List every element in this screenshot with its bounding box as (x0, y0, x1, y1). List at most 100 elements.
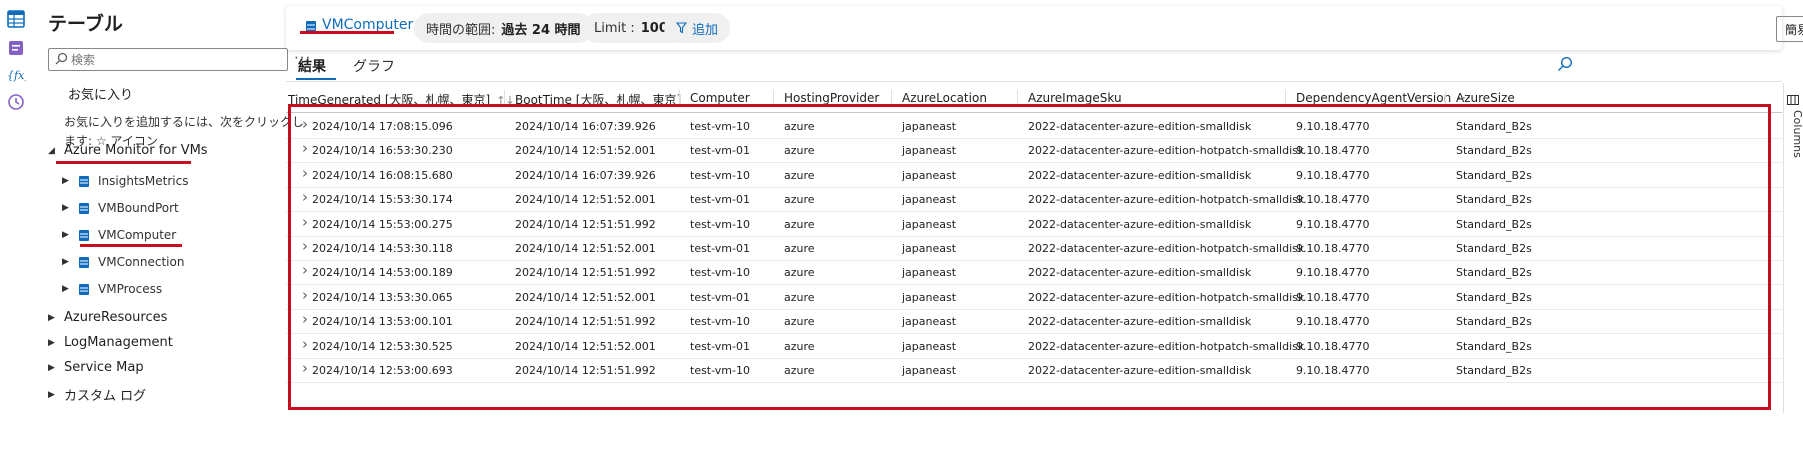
column-separator[interactable] (891, 90, 892, 106)
table-cell: japaneast (902, 120, 957, 133)
table-cell: azure (784, 315, 815, 329)
table-cell: 2024/10/14 16:07:39.926 (515, 120, 656, 133)
table-row[interactable]: › 2024/10/14 13:53:00.101 2024/10/14 12:51… (286, 309, 1782, 335)
add-filter-label: 追加 (692, 22, 719, 38)
time-range-label: 時間の範囲: (426, 22, 496, 38)
column-header[interactable]: AzureLocation (902, 91, 987, 105)
column-separator[interactable] (504, 90, 505, 106)
table-cell: 2024/10/14 12:53:30.525 (312, 339, 453, 353)
expand-row-icon[interactable]: › (302, 359, 308, 377)
table-cell: 2022-datacenter-azure-edition-smalldisk (1028, 168, 1252, 182)
table-cell: japaneast (902, 266, 957, 280)
column-separator[interactable] (1445, 90, 1446, 106)
tab-chart[interactable]: グラフ (353, 56, 395, 76)
tree-item-label: InsightsMetrics (98, 174, 189, 188)
column-separator[interactable] (773, 90, 774, 106)
functions-icon[interactable]: {fx} (5, 64, 27, 86)
column-separator[interactable] (679, 90, 680, 106)
search-results-icon[interactable] (1557, 56, 1573, 72)
tree-group-logmanagement[interactable]: ▶ LogManagement (48, 335, 173, 350)
queries-icon[interactable] (5, 37, 27, 59)
table-cell: azure (784, 193, 815, 207)
column-header[interactable]: AzureImageSku (1028, 91, 1122, 105)
expand-row-icon[interactable]: › (302, 188, 308, 206)
table-cell: 2024/10/14 13:53:30.065 (312, 290, 453, 304)
caret-right-icon: ▶ (48, 312, 55, 323)
time-range-pill[interactable]: 時間の範囲: 過去 24 時間 (414, 13, 593, 43)
column-header[interactable]: AzureSize (1456, 91, 1515, 105)
columns-icon[interactable] (1787, 95, 1799, 105)
expand-row-icon[interactable]: › (302, 261, 308, 279)
table-cell: test-vm-10 (690, 315, 750, 329)
column-separator[interactable] (1017, 90, 1018, 106)
table-row[interactable]: › 2024/10/14 15:53:30.174 2024/10/14 12:51… (286, 187, 1782, 213)
expand-row-icon[interactable]: › (302, 335, 308, 353)
table-row[interactable]: › 2024/10/14 14:53:00.189 2024/10/14 12:51… (286, 260, 1782, 286)
sidebar-search-box[interactable] (48, 48, 288, 71)
table-cell: 9.10.18.4770 (1296, 266, 1370, 280)
tree-item-vmcomputer[interactable]: ▶ VMComputer (62, 228, 176, 242)
table-cell: Standard_B2s (1456, 120, 1532, 133)
table-row[interactable]: › 2024/10/14 13:53:30.065 2024/10/14 12:51… (286, 285, 1782, 310)
tables-icon[interactable] (5, 8, 27, 30)
icon-rail: {fx} (0, 0, 32, 463)
annotation-underline (300, 31, 394, 34)
column-header[interactable]: Computer (690, 91, 750, 105)
expand-row-icon[interactable]: › (302, 139, 308, 157)
column-separator[interactable] (1285, 90, 1286, 106)
sort-icon[interactable]: ↑↓ (496, 94, 514, 107)
tree-item-vmconnection[interactable]: ▶ VMConnection (62, 255, 184, 269)
table-cell: japaneast (902, 242, 957, 255)
tree-group-azureresources[interactable]: ▶ AzureResources (48, 310, 167, 325)
expand-row-icon[interactable]: › (302, 310, 308, 328)
table-cell: Standard_B2s (1456, 168, 1532, 182)
table-cell: 2024/10/14 12:51:52.001 (515, 193, 656, 207)
tree-group-service-map[interactable]: ▶ Service Map (48, 360, 144, 375)
mode-select[interactable]: 簡易モード (1776, 16, 1803, 42)
tree-item-label: VMComputer (98, 228, 177, 242)
tab-results[interactable]: 結果 (298, 56, 326, 76)
table-cell: 2024/10/14 15:53:00.275 (312, 217, 453, 231)
table-cell: azure (784, 364, 815, 377)
table-cell: 2022-datacenter-azure-edition-smalldisk (1028, 364, 1252, 377)
table-row[interactable]: › 2024/10/14 16:53:30.230 2024/10/14 12:51… (286, 138, 1782, 164)
table-cell: 2024/10/14 15:53:30.174 (312, 193, 453, 207)
table-cell: azure (784, 144, 815, 158)
tree-item-insightsmetrics[interactable]: ▶ InsightsMetrics (62, 174, 188, 188)
table-row[interactable]: › 2024/10/14 14:53:30.118 2024/10/14 12:51… (286, 236, 1782, 261)
sidebar-search-input[interactable] (71, 50, 281, 69)
table-cell: 2024/10/14 12:51:52.001 (515, 290, 656, 304)
table-row[interactable]: › 2024/10/14 17:08:15.096 2024/10/14 16:07… (286, 114, 1782, 139)
table-cell: 9.10.18.4770 (1296, 193, 1370, 207)
expand-row-icon[interactable]: › (302, 213, 308, 231)
table-cell: test-vm-10 (690, 168, 750, 182)
table-row[interactable]: › 2024/10/14 16:08:15.680 2024/10/14 16:07… (286, 163, 1782, 188)
table-cell: 2024/10/14 13:53:00.101 (312, 315, 453, 329)
table-cell: japaneast (902, 364, 957, 377)
expand-row-icon[interactable]: › (302, 164, 308, 182)
tree-group-azure-monitor-for-vms[interactable]: ◢ Azure Monitor for VMs (48, 143, 208, 158)
column-header[interactable]: TimeGenerated [大阪、札幌、東京] ↑↓ (288, 91, 515, 108)
table-cell: 2024/10/14 16:08:15.680 (312, 168, 453, 182)
table-cell: 2024/10/14 12:51:51.992 (515, 266, 656, 280)
table-row[interactable]: › 2024/10/14 15:53:00.275 2024/10/14 12:51… (286, 212, 1782, 237)
table-cell: test-vm-10 (690, 217, 750, 231)
table-cell: azure (784, 242, 815, 255)
column-header[interactable]: HostingProvider (784, 91, 879, 105)
table-row[interactable]: › 2024/10/14 12:53:00.693 2024/10/14 12:51… (286, 358, 1782, 383)
add-filter-button[interactable]: 追加 (664, 13, 731, 43)
expand-row-icon[interactable]: › (302, 286, 308, 304)
tree-group-custom-logs[interactable]: ▶ カスタム ログ (48, 385, 146, 404)
expand-row-icon[interactable]: › (302, 115, 308, 133)
caret-right-icon: ▶ (48, 337, 55, 348)
column-header[interactable]: BootTime [大阪、札幌、東京] (515, 91, 681, 108)
history-icon[interactable] (5, 91, 27, 113)
expand-row-icon[interactable]: › (302, 237, 308, 255)
table-cell: japaneast (902, 290, 957, 304)
columns-panel-label[interactable]: Columns (1791, 110, 1803, 158)
table-cell: 2024/10/14 12:51:51.992 (515, 315, 656, 329)
tree-item-vmprocess[interactable]: ▶ VMProcess (62, 282, 162, 296)
table-row[interactable]: › 2024/10/14 12:53:30.525 2024/10/14 12:51… (286, 334, 1782, 359)
tree-group-label: AzureResources (64, 310, 168, 325)
tree-item-vmboundport[interactable]: ▶ VMBoundPort (62, 201, 179, 215)
